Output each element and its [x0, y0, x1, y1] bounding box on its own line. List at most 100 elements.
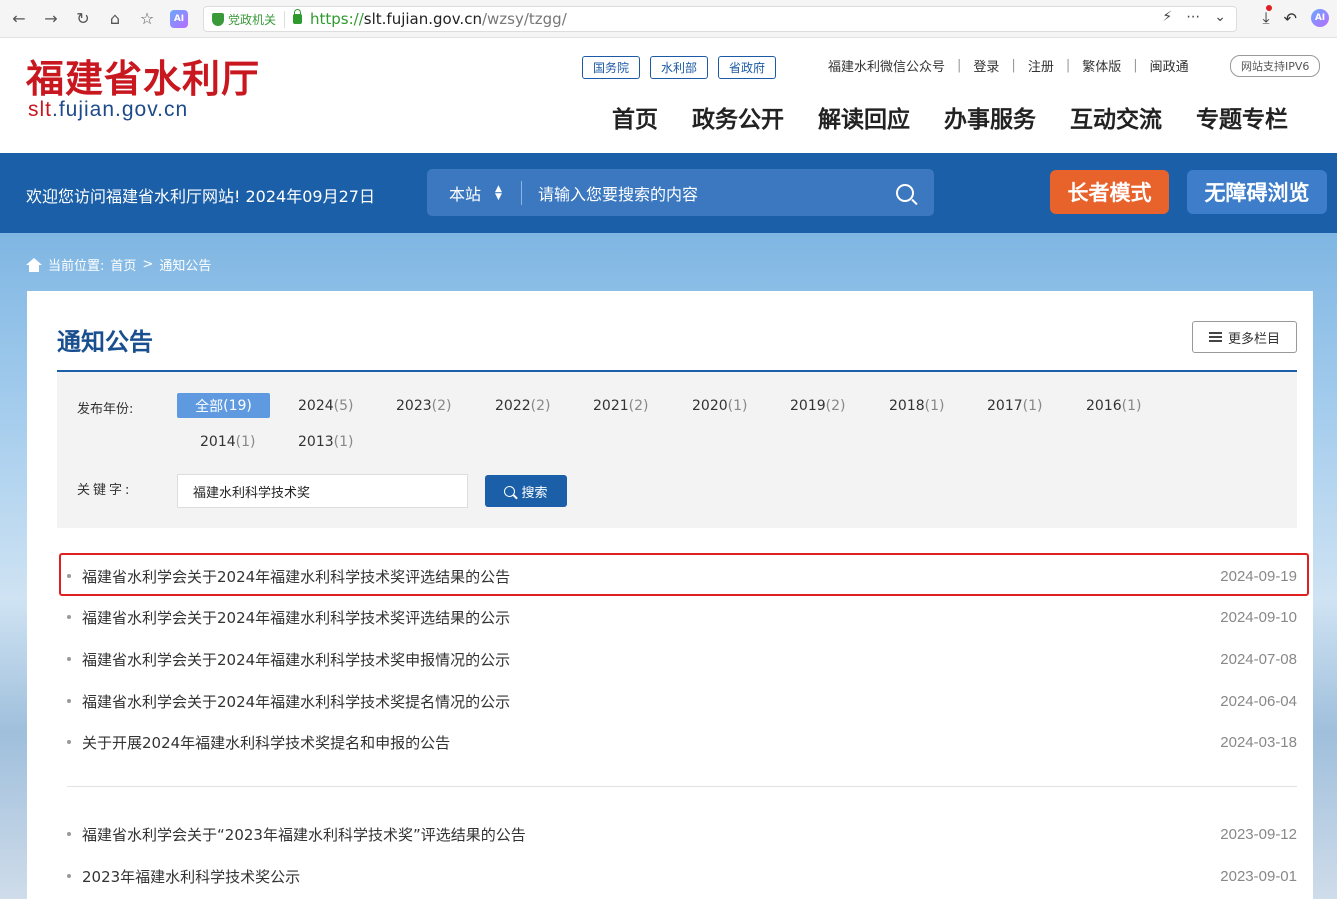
gov-verified-tag: 党政机关	[212, 10, 286, 28]
quick-links: 国务院 水利部 省政府	[582, 56, 777, 79]
breadcrumb-current[interactable]: 通知公告	[159, 255, 211, 274]
site-header: 福建省水利厅 slt.fujian.gov.cn 国务院 水利部 省政府 福建水…	[0, 38, 1337, 153]
accessibility-button[interactable]: 无障碍浏览	[1187, 170, 1327, 214]
news-item[interactable]: 福建省水利学会关于2024年福建水利科学技术奖评选结果的公示 2024-09-1…	[67, 602, 1297, 632]
more-columns-button[interactable]: 更多栏目	[1192, 321, 1297, 353]
keyword-search-button[interactable]: 搜索	[485, 475, 567, 507]
traditional-chinese-link[interactable]: 繁体版	[1082, 56, 1121, 75]
forward-icon[interactable]: →	[40, 8, 62, 30]
bullet-icon	[67, 832, 71, 836]
page-title: 通知公告	[57, 328, 153, 356]
home-icon[interactable]: ⌂	[104, 8, 126, 30]
list-icon	[1208, 332, 1222, 342]
link-water-ministry[interactable]: 水利部	[650, 56, 709, 79]
undo-icon[interactable]: ↶	[1284, 9, 1297, 28]
breadcrumb-home[interactable]: 首页	[110, 255, 136, 274]
bullet-icon	[67, 874, 71, 878]
nav-special-topics[interactable]: 专题专栏	[1196, 100, 1288, 134]
welcome-search-bar: 欢迎您访问福建省水利厅网站! 2024年09月27日 本站 ▲ ▼ 请输入您要搜索…	[0, 153, 1337, 233]
news-date: 2024-07-08	[1220, 650, 1297, 668]
news-date: 2023-09-12	[1220, 825, 1297, 843]
reload-icon[interactable]: ↻	[72, 8, 94, 30]
sort-arrows-icon: ▲ ▼	[495, 183, 502, 202]
download-icon[interactable]: ⤓	[1263, 5, 1272, 28]
year-filter-2022[interactable]: 2022 (2)	[495, 393, 550, 418]
site-logo[interactable]: 福建省水利厅	[26, 48, 260, 103]
news-title[interactable]: 福建省水利学会关于2024年福建水利科学技术奖提名情况的公示	[82, 691, 1220, 712]
year-filter-2017[interactable]: 2017 (1)	[987, 393, 1042, 418]
news-title[interactable]: 关于开展2024年福建水利科学技术奖提名和申报的公告	[82, 732, 1220, 753]
favorites-icon[interactable]: ☆	[136, 8, 158, 30]
url-domain: slt.fujian.gov.cn	[363, 10, 482, 28]
ipv6-badge: 网站支持IPV6	[1230, 55, 1321, 77]
login-link[interactable]: 登录	[973, 56, 999, 75]
shield-icon	[212, 12, 224, 26]
url-path: /wzsy/tzgg/	[481, 10, 567, 28]
news-item[interactable]: 福建省水利学会关于“2023年福建水利科学技术奖”评选结果的公告 2023-09…	[67, 819, 1297, 849]
lock-icon	[293, 9, 303, 24]
main-nav: 首页 政务公开 解读回应 办事服务 互动交流 专题专栏	[612, 100, 1288, 134]
news-date: 2024-06-04	[1220, 692, 1297, 710]
search-icon[interactable]	[896, 183, 914, 202]
ai-assistant-icon[interactable]: AI	[1311, 9, 1329, 27]
news-date: 2023-09-01	[1220, 867, 1297, 885]
news-date: 2024-09-10	[1220, 608, 1297, 626]
nav-interpretation[interactable]: 解读回应	[818, 100, 910, 134]
year-filter-2016[interactable]: 2016 (1)	[1086, 393, 1141, 418]
register-link[interactable]: 注册	[1028, 56, 1054, 75]
content-card: 通知公告 更多栏目 发布年份: 全部 (19) 2024 (5) 2023 (2) 2…	[27, 291, 1313, 899]
keyword-input[interactable]: 福建水利科学技术奖	[177, 474, 468, 508]
back-icon[interactable]: ←	[8, 8, 30, 30]
news-title[interactable]: 福建省水利学会关于2024年福建水利科学技术奖评选结果的公示	[82, 607, 1220, 628]
year-filter-2019[interactable]: 2019 (2)	[790, 393, 845, 418]
filter-panel: 发布年份: 全部 (19) 2024 (5) 2023 (2) 2022 (2) 202…	[57, 372, 1297, 528]
news-date: 2024-03-18	[1220, 733, 1297, 751]
nav-services[interactable]: 办事服务	[944, 100, 1036, 134]
news-item[interactable]: 关于开展2024年福建水利科学技术奖提名和申报的公告 2024-03-18	[67, 727, 1297, 757]
browser-toolbar: ← → ↻ ⌂ ☆ AI 党政机关 https://slt.fujian.gov…	[0, 0, 1337, 38]
bullet-icon	[67, 699, 71, 703]
news-item[interactable]: 福建省水利学会关于2024年福建水利科学技术奖评选结果的公告 2024-09-1…	[67, 561, 1297, 591]
news-item[interactable]: 2023年福建水利科学技术奖公示 2023-09-01	[67, 861, 1297, 891]
year-filter-2021[interactable]: 2021 (2)	[593, 393, 648, 418]
year-filter-2024[interactable]: 2024 (5)	[298, 393, 353, 418]
search-input[interactable]: 请输入您要搜索的内容	[522, 181, 896, 205]
news-title[interactable]: 2023年福建水利科学技术奖公示	[82, 866, 1220, 887]
link-province-gov[interactable]: 省政府	[718, 56, 777, 79]
site-domain-logo: slt.fujian.gov.cn	[28, 98, 189, 121]
nav-home[interactable]: 首页	[612, 100, 658, 134]
lightning-icon[interactable]: ⚡	[1162, 9, 1172, 25]
welcome-text: 欢迎您访问福建省水利厅网站! 2024年09月27日	[26, 187, 375, 206]
bullet-icon	[67, 574, 71, 578]
news-item[interactable]: 福建省水利学会关于2024年福建水利科学技术奖提名情况的公示 2024-06-0…	[67, 686, 1297, 716]
year-filter-2023[interactable]: 2023 (2)	[396, 393, 451, 418]
year-filter-2020[interactable]: 2020 (1)	[692, 393, 747, 418]
news-title[interactable]: 福建省水利学会关于2024年福建水利科学技术奖申报情况的公示	[82, 649, 1220, 670]
search-scope-select[interactable]: 本站 ▲ ▼	[427, 180, 522, 205]
address-bar[interactable]: 党政机关 https://slt.fujian.gov.cn/wzsy/tzgg…	[203, 6, 1237, 32]
year-filter-2014[interactable]: 2014 (1)	[200, 429, 255, 454]
year-filter-2018[interactable]: 2018 (1)	[889, 393, 944, 418]
site-search: 本站 ▲ ▼ 请输入您要搜索的内容	[427, 169, 934, 216]
link-state-council[interactable]: 国务院	[582, 56, 641, 79]
news-item[interactable]: 福建省水利学会关于2024年福建水利科学技术奖申报情况的公示 2024-07-0…	[67, 644, 1297, 674]
keyword-label: 关键字:	[77, 483, 133, 498]
bullet-icon	[67, 657, 71, 661]
minzhengtong-link[interactable]: 闽政通	[1150, 56, 1189, 75]
nav-interaction[interactable]: 互动交流	[1070, 100, 1162, 134]
news-title[interactable]: 福建省水利学会关于2024年福建水利科学技术奖评选结果的公告	[82, 566, 1220, 587]
year-filter-2013[interactable]: 2013 (1)	[298, 429, 353, 454]
chevron-down-icon[interactable]: ⌄	[1214, 9, 1226, 25]
list-divider	[67, 786, 1297, 787]
more-icon[interactable]: ⋯	[1186, 9, 1200, 25]
ai-icon[interactable]: AI	[168, 8, 190, 30]
news-date: 2024-09-19	[1220, 567, 1297, 585]
elder-mode-button[interactable]: 长者模式	[1050, 170, 1169, 214]
wechat-link[interactable]: 福建水利微信公众号	[828, 56, 945, 75]
year-filter-label: 发布年份:	[77, 402, 134, 417]
news-title[interactable]: 福建省水利学会关于“2023年福建水利科学技术奖”评选结果的公告	[82, 824, 1220, 845]
year-filter-all[interactable]: 全部 (19)	[177, 393, 270, 418]
bullet-icon	[67, 615, 71, 619]
bullet-icon	[67, 740, 71, 744]
nav-gov-affairs[interactable]: 政务公开	[692, 100, 784, 134]
